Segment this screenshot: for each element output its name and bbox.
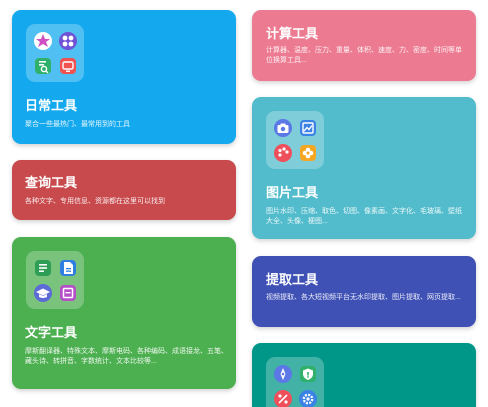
card-description: 图片水印、压缩、取色、切图、像素画、文字化、毛玻璃、壁纸大全、头像、梗图... [266,208,462,225]
text-tools-card[interactable]: 文字工具 摩斯翻译器、特殊文本、摩斯电码、各种编码、成语接龙、五笔、藏头诗、转拼… [12,237,236,389]
palette-icon [270,140,295,165]
image-tools-icon-grid [266,111,324,169]
card-description: 计算器、温度、压力、重量、体积、速度、力、密度、时间等单位换算工具... [266,47,462,64]
card-title: 计算工具 [266,26,319,41]
calc-tools-card[interactable]: 计算工具 计算器、温度、压力、重量、体积、速度、力、密度、时间等单位换算工具..… [252,10,476,81]
card-description: 聚合一些最热门、最常用到的工具 [25,121,130,128]
card-description: 各种文字、专用信息、资源都在这里可以找到 [25,198,165,205]
percent-icon [270,386,295,407]
card-title: 日常工具 [25,98,78,113]
teal-tools-card[interactable] [252,343,476,407]
image-chart-icon [295,115,320,140]
card-title: 图片工具 [266,185,319,200]
compass-icon [270,361,295,386]
text-document-icon [30,255,55,280]
teal-tools-icon-grid [266,357,324,407]
card-description: 摩斯翻译器、特殊文本、摩斯电码、各种编码、成语接龙、五笔、藏头诗、转拼音、字数统… [25,348,228,365]
daily-tools-icon-grid [26,24,84,82]
query-tools-card[interactable]: 查询工具 各种文字、专用信息、资源都在这里可以找到 [12,160,236,220]
card-title: 查询工具 [25,175,78,190]
card-title: 提取工具 [266,272,319,287]
tv-icon [55,53,80,78]
text-tools-icon-grid [26,251,84,309]
note-icon [55,255,80,280]
apps-grid-icon [55,28,80,53]
page-frame-icon [55,280,80,305]
image-tools-card[interactable]: 图片工具 图片水印、压缩、取色、切图、像素画、文字化、毛玻璃、壁纸大全、头像、梗… [252,97,476,239]
shield-icon [295,361,320,386]
gear-icon [295,386,320,407]
extract-tools-card[interactable]: 提取工具 视频提取、各大短视频平台无水印提取、图片提取、网页提取... [252,256,476,327]
sticker-icon [30,28,55,53]
card-description: 视频提取、各大短视频平台无水印提取、图片提取、网页提取... [266,294,461,301]
flower-icon [295,140,320,165]
card-title: 文字工具 [25,325,78,340]
daily-tools-card[interactable]: 日常工具 聚合一些最热门、最常用到的工具 [12,10,236,144]
document-search-icon [30,53,55,78]
graduation-cap-icon [30,280,55,305]
camera-icon [270,115,295,140]
